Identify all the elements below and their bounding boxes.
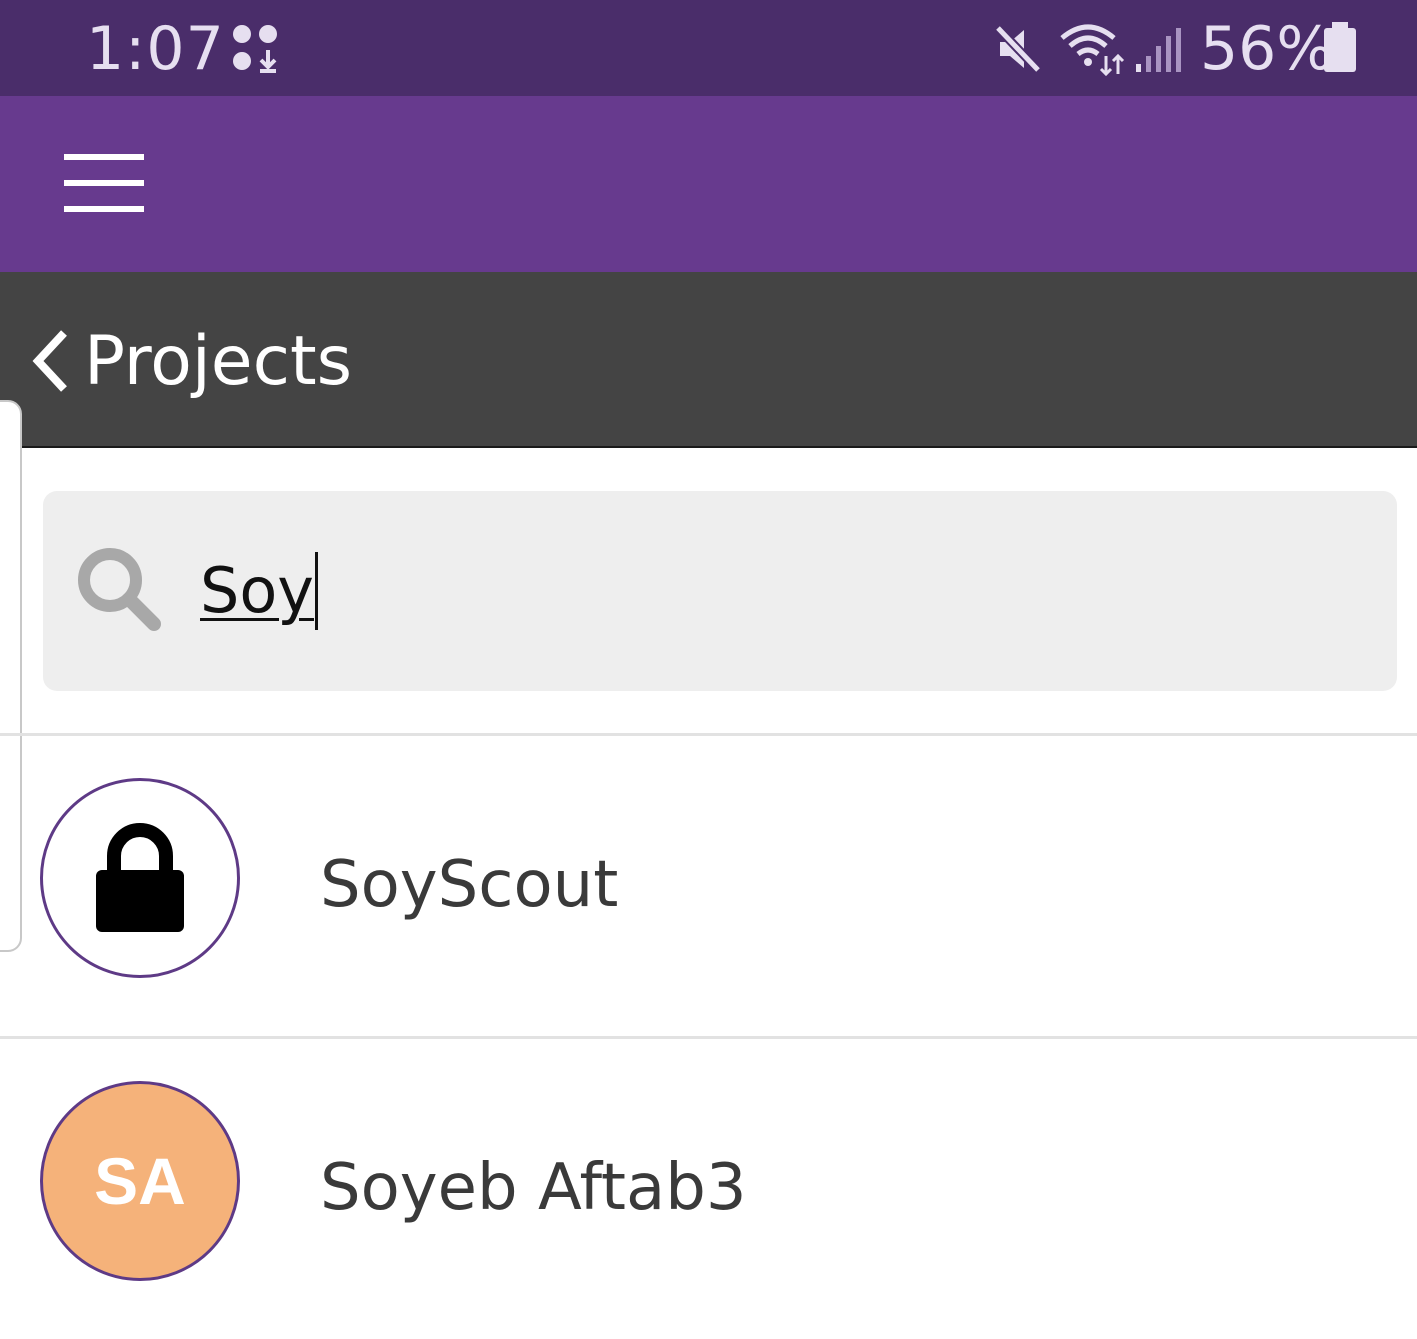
list-item[interactable]: SA Soyeb Aftab3: [0, 1039, 1417, 1339]
list-item[interactable]: SoyScout: [0, 736, 1417, 1036]
signal-icon: [1136, 28, 1181, 72]
battery-percent: 56%: [1200, 14, 1334, 84]
app-bar: [0, 96, 1417, 272]
section-header: Projects: [0, 272, 1417, 448]
avatar: [40, 778, 240, 978]
text-caret: [314, 552, 318, 630]
wifi-icon: [1060, 24, 1125, 76]
chevron-left-icon: [32, 330, 67, 392]
search-icon: [78, 548, 161, 631]
battery-icon: [1324, 22, 1356, 72]
download-icon: [233, 25, 277, 73]
avatar: SA: [40, 1081, 240, 1281]
search-input[interactable]: Soy: [200, 552, 318, 630]
search-input-value: Soy: [200, 554, 314, 627]
back-button[interactable]: Projects: [30, 316, 352, 406]
back-label: Projects: [84, 321, 353, 401]
list-item-label: SoyScout: [320, 848, 619, 922]
lock-icon: [96, 823, 184, 932]
status-bar: 1:07 56%: [0, 0, 1417, 96]
mute-icon: [994, 24, 1042, 74]
status-time: 1:07: [86, 14, 225, 84]
avatar-initials: SA: [94, 1144, 186, 1218]
list-item-label: Soyeb Aftab3: [320, 1151, 747, 1225]
hamburger-menu-icon[interactable]: [64, 154, 144, 212]
